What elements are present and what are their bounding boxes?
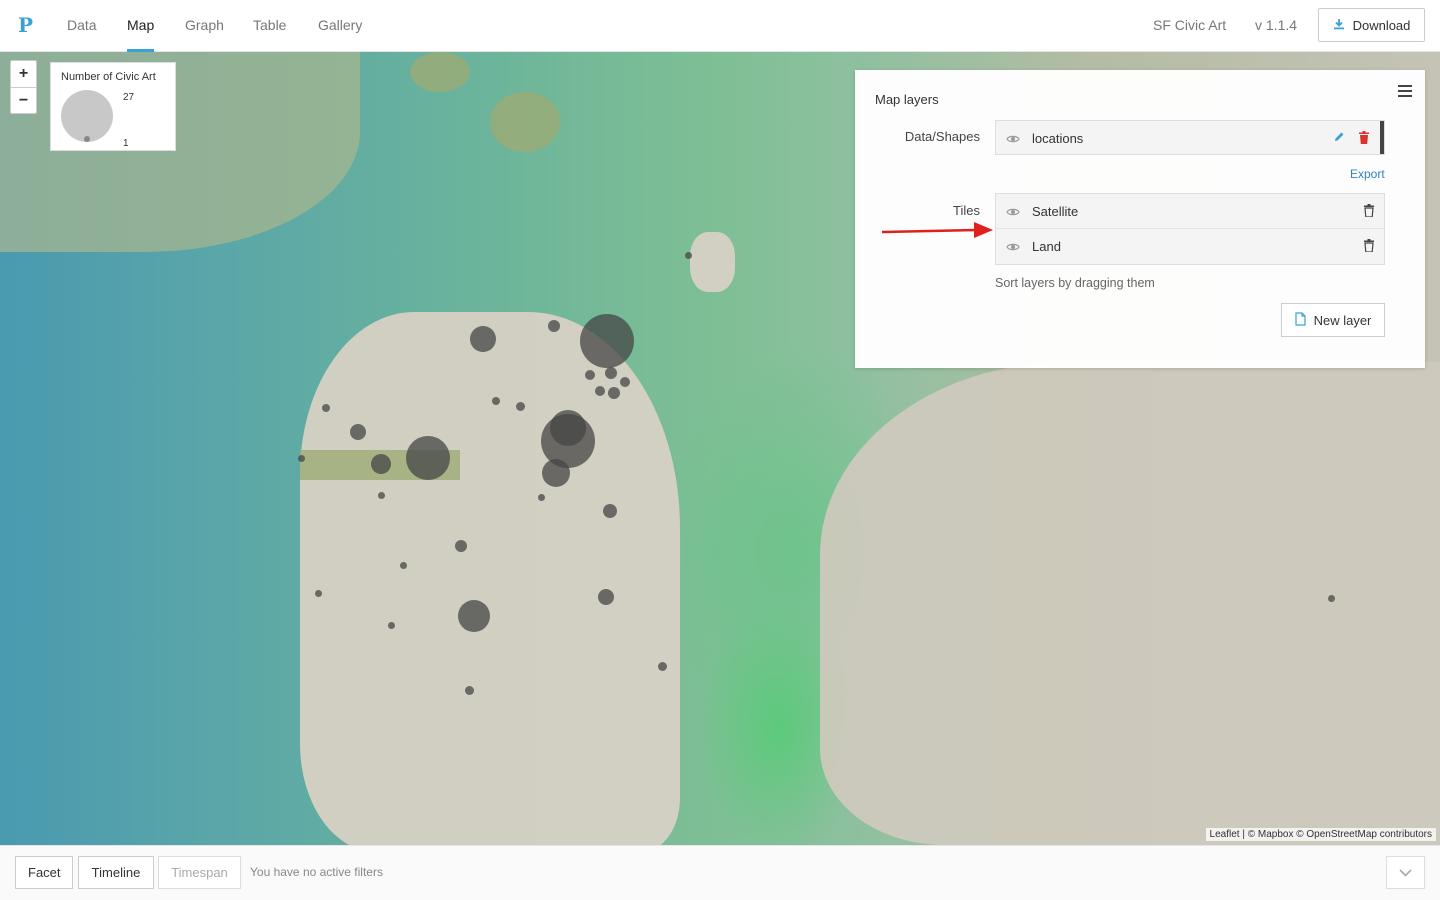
sort-hint: Sort layers by dragging them <box>995 276 1155 290</box>
map-marker[interactable] <box>585 370 595 380</box>
timeline-button[interactable]: Timeline <box>78 856 154 889</box>
east-bay-land <box>820 362 1440 845</box>
bottom-filter-bar: Facet Timeline Timespan You have no acti… <box>0 845 1440 900</box>
layer-name: locations <box>1032 131 1084 146</box>
data-shapes-label: Data/Shapes <box>904 129 980 144</box>
map-marker[interactable] <box>658 662 667 671</box>
layer-item-locations[interactable]: locations <box>996 121 1384 156</box>
map-marker[interactable] <box>538 494 545 501</box>
collapse-button[interactable] <box>1386 856 1425 889</box>
data-layers-list: locations <box>995 120 1385 155</box>
sf-peninsula-land <box>300 312 680 845</box>
map-marker[interactable] <box>685 252 692 259</box>
map-marker[interactable] <box>378 492 385 499</box>
map-marker[interactable] <box>580 314 634 368</box>
legend-max-circle <box>61 90 113 142</box>
size-legend: Number of Civic Art 27 1 <box>50 62 176 151</box>
layer-name: Satellite <box>1032 204 1079 219</box>
tab-graph[interactable]: Graph <box>185 0 224 52</box>
treasure-island <box>690 232 735 292</box>
map-marker[interactable] <box>603 504 617 518</box>
timespan-button[interactable]: Timespan <box>158 856 241 889</box>
map-marker[interactable] <box>350 424 366 440</box>
zoom-control: + − <box>10 60 37 114</box>
map-marker[interactable] <box>605 367 617 379</box>
map-marker[interactable] <box>406 436 450 480</box>
legend-min-circle <box>84 136 90 142</box>
legend-title: Number of Civic Art <box>61 71 156 83</box>
map-marker[interactable] <box>458 600 490 632</box>
eye-icon[interactable] <box>1006 205 1020 216</box>
map-marker[interactable] <box>470 326 496 352</box>
layer-item-land[interactable]: Land <box>996 229 1384 264</box>
map-marker[interactable] <box>322 404 330 412</box>
tiburon <box>410 52 470 92</box>
hamburger-menu-icon[interactable] <box>1398 85 1412 97</box>
tab-map[interactable]: Map <box>127 0 155 52</box>
new-layer-label: New layer <box>1313 312 1372 328</box>
app-logo[interactable]: P <box>18 14 34 36</box>
new-layer-button[interactable]: New layer <box>1281 303 1385 337</box>
trash-icon[interactable] <box>1364 239 1374 253</box>
eye-icon[interactable] <box>1006 240 1020 251</box>
map-marker[interactable] <box>548 320 560 332</box>
zoom-in-button[interactable]: + <box>11 61 36 87</box>
chevron-down-icon <box>1399 869 1412 877</box>
annotation-arrow-icon <box>882 222 993 238</box>
download-label: Download <box>1352 17 1411 33</box>
map-marker[interactable] <box>388 622 395 629</box>
map-marker[interactable] <box>608 387 620 399</box>
map-marker[interactable] <box>542 459 570 487</box>
legend-max-value: 27 <box>123 92 135 103</box>
facet-button[interactable]: Facet <box>15 856 73 889</box>
eye-icon[interactable] <box>1006 132 1020 143</box>
project-name[interactable]: SF Civic Art <box>1153 0 1226 50</box>
map-marker[interactable] <box>1328 595 1335 602</box>
map-marker[interactable] <box>516 402 525 411</box>
tab-data[interactable]: Data <box>67 0 97 52</box>
download-icon <box>1333 18 1345 33</box>
map-marker[interactable] <box>598 589 614 605</box>
trash-icon[interactable] <box>1359 131 1369 144</box>
pencil-icon[interactable] <box>1333 131 1345 143</box>
tile-layers-list: Satellite Land <box>995 193 1385 265</box>
map-marker[interactable] <box>298 455 305 462</box>
version-label: v 1.1.4 <box>1255 17 1298 33</box>
layer-name: Land <box>1032 239 1061 254</box>
filter-status: You have no active filters <box>250 865 383 879</box>
map-marker[interactable] <box>455 540 467 552</box>
drag-handle[interactable] <box>1380 121 1384 154</box>
top-navbar: P Data Map Graph Table Gallery SF Civic … <box>0 0 1440 52</box>
panel-title: Map layers <box>875 92 939 107</box>
map-marker[interactable] <box>371 454 391 474</box>
map-marker[interactable] <box>315 590 322 597</box>
map-marker[interactable] <box>620 377 630 387</box>
legend-min-value: 1 <box>123 138 129 149</box>
document-icon <box>1294 311 1306 329</box>
trash-icon[interactable] <box>1364 204 1374 218</box>
map-marker[interactable] <box>550 410 586 446</box>
map-marker[interactable] <box>595 386 605 396</box>
layer-item-satellite[interactable]: Satellite <box>996 194 1384 229</box>
angel-island <box>490 92 560 152</box>
map-marker[interactable] <box>400 562 407 569</box>
zoom-out-button[interactable]: − <box>11 87 36 113</box>
map-marker[interactable] <box>492 397 500 405</box>
map-marker[interactable] <box>465 686 474 695</box>
tab-gallery[interactable]: Gallery <box>318 0 362 52</box>
tab-table[interactable]: Table <box>253 0 286 52</box>
tiles-label: Tiles <box>953 203 980 218</box>
download-button[interactable]: Download <box>1318 8 1425 42</box>
export-link[interactable]: Export <box>1350 167 1385 181</box>
map-attribution[interactable]: Leaflet | © Mapbox © OpenStreetMap contr… <box>1205 828 1436 841</box>
